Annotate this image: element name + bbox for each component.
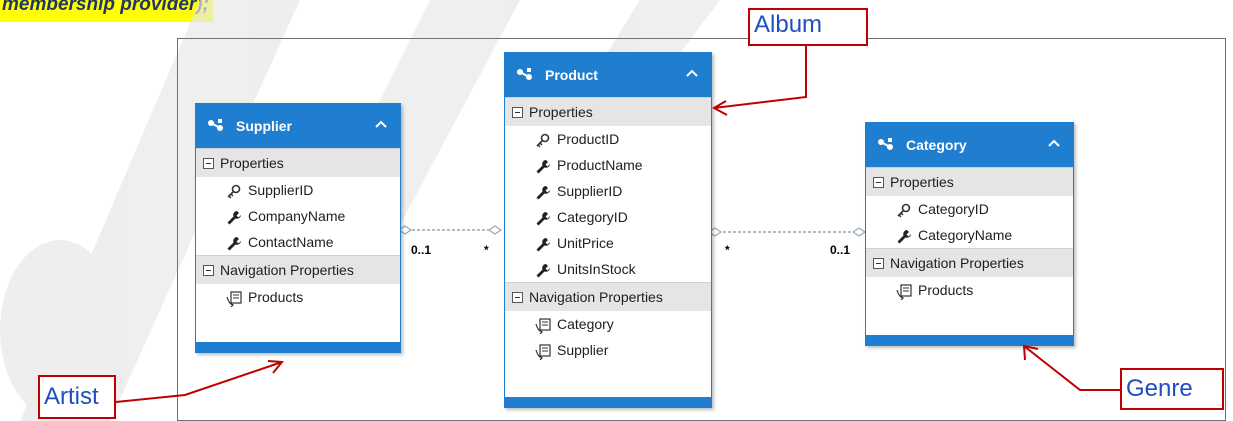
artist-arrow <box>115 361 283 403</box>
genre-arrow <box>1023 345 1120 391</box>
callout-arrows <box>115 46 1120 403</box>
album-arrow <box>713 46 807 109</box>
